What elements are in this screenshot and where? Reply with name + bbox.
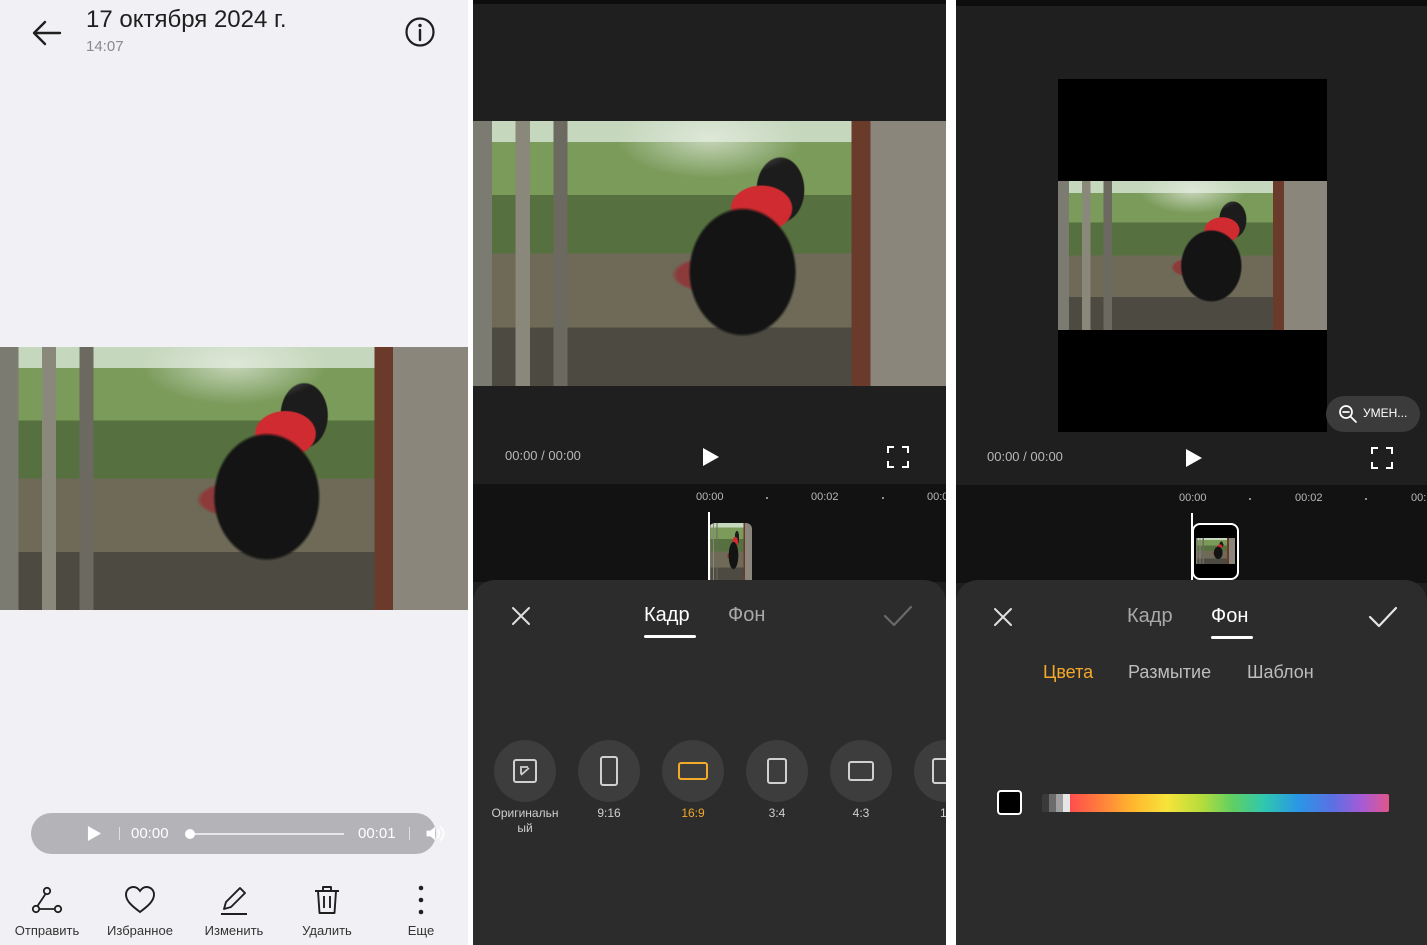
favorite-button[interactable]: Избранное (95, 883, 185, 938)
clip-thumbnail[interactable] (709, 523, 752, 580)
total-time: 00:01 (358, 825, 396, 842)
ratio-original-button[interactable] (494, 740, 556, 802)
timeline-tick: 00:02 (811, 491, 839, 503)
timeline-tick: 00:0 (927, 491, 946, 503)
main-photo[interactable] (0, 347, 468, 610)
favorite-label: Избранное (107, 923, 173, 938)
playhead[interactable] (1191, 513, 1193, 580)
ratio-9-16-label: 9:16 (597, 806, 621, 820)
ratio-16-9-button[interactable] (662, 740, 724, 802)
tab-background[interactable]: Фон (1211, 605, 1248, 628)
tab-frame[interactable]: Кадр (644, 604, 690, 627)
time-display: 00:00 / 00:00 (987, 449, 1063, 464)
page-title: 17 октября 2024 г. (86, 6, 287, 33)
zoom-out-button[interactable]: УМЕН... (1326, 396, 1420, 432)
fullscreen-icon[interactable] (887, 446, 909, 468)
timeline-dot (882, 497, 884, 499)
delete-label: Удалить (302, 923, 352, 938)
close-icon[interactable] (993, 607, 1013, 627)
divider (119, 827, 120, 840)
share-label: Отправить (14, 923, 80, 938)
color-spectrum-slider[interactable] (1042, 794, 1389, 812)
fullscreen-icon[interactable] (1371, 447, 1393, 469)
crop-original-icon (513, 759, 537, 783)
timeline-dot (1249, 498, 1251, 500)
bottom-sheet: Кадр Фон Цвета Размытие Шаблон (956, 580, 1427, 945)
tab-indicator (1211, 636, 1253, 639)
close-icon[interactable] (511, 606, 531, 626)
zoom-out-icon (1339, 405, 1357, 423)
ratio-original-label: Оригинальн ый (491, 806, 559, 835)
play-icon[interactable] (702, 447, 720, 467)
ratio-1-1-label: 1: (939, 806, 946, 820)
seek-track[interactable] (189, 833, 344, 835)
ratio-3-4-label: 3:4 (768, 806, 786, 820)
status-strip (956, 0, 1427, 6)
play-icon[interactable] (87, 825, 102, 842)
timeline-tick: 00:02 (1295, 492, 1323, 504)
more-icon (418, 885, 424, 915)
tab-background[interactable]: Фон (728, 604, 765, 627)
video-preview[interactable] (1058, 181, 1327, 330)
seek-handle[interactable] (185, 829, 195, 839)
check-icon[interactable] (883, 605, 913, 627)
video-player-bar: 00:00 00:01 (31, 813, 445, 854)
edit-icon (221, 887, 247, 915)
share-icon (31, 886, 63, 914)
photo-viewer-panel: 17 октября 2024 г. 14:07 00:00 00:01 Отп… (0, 0, 468, 945)
zoom-label: УМЕН... (1363, 406, 1408, 420)
timeline-tick: 00: (1411, 492, 1427, 504)
status-strip (473, 0, 946, 4)
edit-label: Изменить (204, 923, 264, 938)
play-icon[interactable] (1185, 448, 1203, 468)
heart-icon (125, 886, 155, 914)
share-button[interactable]: Отправить (2, 883, 92, 938)
time-display: 00:00 / 00:00 (505, 448, 581, 463)
clip-image (1196, 538, 1235, 564)
ratio-9-16-button[interactable] (578, 740, 640, 802)
timeline-dot (766, 497, 768, 499)
current-time: 00:00 (131, 825, 169, 842)
arrow-left-icon[interactable] (30, 18, 64, 48)
subtab-colors[interactable]: Цвета (1043, 662, 1093, 683)
ratio-16-9-label: 16:9 (681, 806, 705, 820)
more-button[interactable]: Еще (376, 883, 466, 938)
trash-icon (315, 886, 339, 914)
timeline-tick: 00:00 (696, 491, 724, 503)
video-preview[interactable] (473, 121, 946, 386)
crop-editor-panel: 00:00 / 00:00 00:00 00:02 00:0 Кадр Фон … (473, 0, 946, 945)
timeline-tick: 00:00 (1179, 492, 1207, 504)
ratio-4-3-label: 4:3 (852, 806, 870, 820)
delete-button[interactable]: Удалить (282, 883, 372, 938)
info-icon[interactable] (404, 16, 436, 48)
more-label: Еще (407, 923, 435, 938)
subtab-blur[interactable]: Размытие (1128, 662, 1211, 683)
tab-frame[interactable]: Кадр (1127, 605, 1173, 628)
selected-color-swatch[interactable] (997, 790, 1022, 815)
divider (409, 827, 410, 840)
timestamp: 14:07 (86, 38, 124, 55)
ratio-3-4-button[interactable] (746, 740, 808, 802)
ratio-4-3-button[interactable] (830, 740, 892, 802)
check-icon[interactable] (1368, 606, 1398, 628)
tab-indicator (644, 635, 696, 638)
subtab-template[interactable]: Шаблон (1247, 662, 1314, 683)
volume-icon[interactable] (425, 825, 447, 842)
clip-thumbnail[interactable] (1192, 523, 1239, 580)
timeline-dot (1365, 498, 1367, 500)
playhead[interactable] (708, 512, 710, 580)
edit-button[interactable]: Изменить (189, 883, 279, 938)
